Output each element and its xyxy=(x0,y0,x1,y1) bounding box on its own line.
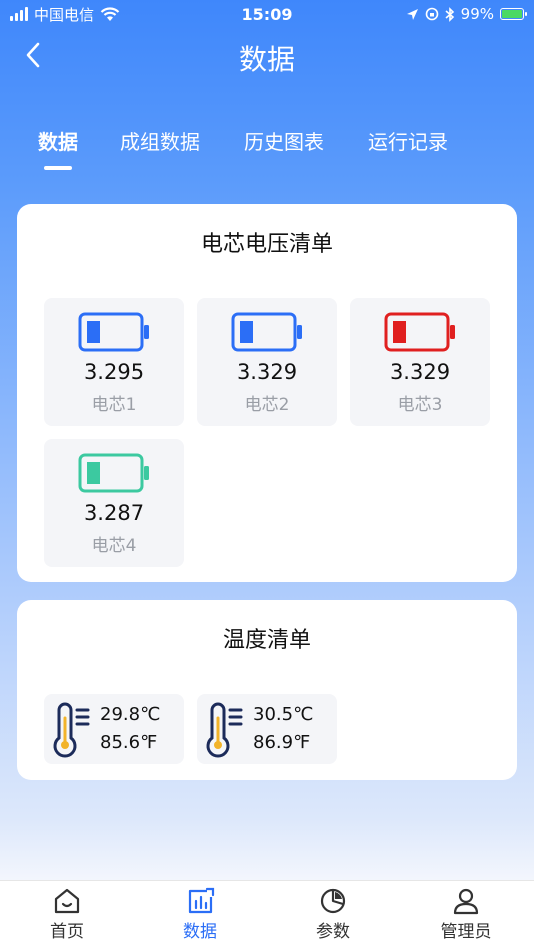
temperature-fahrenheit: 86.9℉ xyxy=(253,732,311,753)
clock: 15:09 xyxy=(241,4,293,24)
cell-label: 电芯3 xyxy=(397,395,443,415)
cell-label: 电芯2 xyxy=(244,395,290,415)
bottom-nav-label: 首页 xyxy=(50,922,84,942)
battery-icon xyxy=(500,8,527,20)
temperature-card: 温度清单 29.8℃ 85.6℉ 30.5℃ 86.9℉ xyxy=(17,600,517,780)
voltage-card: 电芯电压清单 3.295 电芯1 3.329 电芯2 3.329 电芯3 3.2… xyxy=(17,204,517,582)
voltage-title: 电芯电压清单 xyxy=(200,232,333,257)
carrier-label: 中国电信 xyxy=(34,5,95,24)
cell-voltage: 3.287 xyxy=(83,501,145,525)
tab-run-log[interactable]: 运行记录 xyxy=(368,126,448,155)
page-title: 数据 xyxy=(238,43,295,76)
tab-bar: 数据 成组数据 历史图表 运行记录 xyxy=(0,118,534,178)
bottom-nav: 首页 数据 参数 管理员 xyxy=(0,880,534,950)
bottom-nav-label: 参数 xyxy=(316,922,350,942)
cell-card[interactable]: 3.329 电芯3 xyxy=(350,298,490,426)
cell-voltage: 3.329 xyxy=(389,360,451,384)
bottom-nav-home[interactable]: 首页 xyxy=(22,887,112,942)
temperature-item[interactable]: 30.5℃ 86.9℉ xyxy=(197,694,337,764)
thermometer-icon xyxy=(53,702,90,758)
chart-icon xyxy=(188,887,215,914)
cell-label: 电芯4 xyxy=(91,536,137,556)
battery-icon xyxy=(231,312,302,352)
cell-card[interactable]: 3.329 电芯2 xyxy=(197,298,337,426)
wifi-icon xyxy=(100,6,120,21)
battery-icon xyxy=(78,312,149,352)
cell-voltage: 3.295 xyxy=(83,360,145,384)
status-bar: 中国电信 15:09 99% xyxy=(0,0,534,28)
signal-icon xyxy=(10,7,28,21)
tab-group-data[interactable]: 成组数据 xyxy=(120,126,200,155)
bottom-nav-label: 管理员 xyxy=(440,922,492,942)
cell-voltage: 3.329 xyxy=(236,360,298,384)
temperature-title: 温度清单 xyxy=(222,628,311,653)
nav-bar: 数据 xyxy=(0,28,534,82)
tab-history-chart[interactable]: 历史图表 xyxy=(244,126,324,155)
tab-indicator xyxy=(44,166,72,170)
cell-card[interactable]: 3.287 电芯4 xyxy=(44,439,184,567)
lock-rotation-icon xyxy=(425,7,438,21)
bottom-nav-params[interactable]: 参数 xyxy=(288,887,378,942)
battery-percent: 99% xyxy=(460,5,494,23)
temperature-celsius: 30.5℃ xyxy=(253,704,314,725)
pie-icon xyxy=(320,888,346,914)
cell-label: 电芯1 xyxy=(91,395,137,415)
temperature-fahrenheit: 85.6℉ xyxy=(100,732,158,753)
bottom-nav-data[interactable]: 数据 xyxy=(155,887,245,942)
bottom-nav-label: 数据 xyxy=(183,922,217,942)
temperature-item[interactable]: 29.8℃ 85.6℉ xyxy=(44,694,184,764)
home-icon xyxy=(54,888,80,914)
thermometer-icon xyxy=(206,702,243,758)
battery-icon xyxy=(78,453,149,493)
cell-card[interactable]: 3.295 电芯1 xyxy=(44,298,184,426)
battery-icon xyxy=(384,312,455,352)
tab-data[interactable]: 数据 xyxy=(38,126,78,155)
bottom-nav-admin[interactable]: 管理员 xyxy=(421,887,511,942)
bluetooth-icon xyxy=(445,6,454,22)
location-icon xyxy=(406,8,418,20)
user-icon xyxy=(453,888,479,915)
temperature-celsius: 29.8℃ xyxy=(100,704,161,725)
